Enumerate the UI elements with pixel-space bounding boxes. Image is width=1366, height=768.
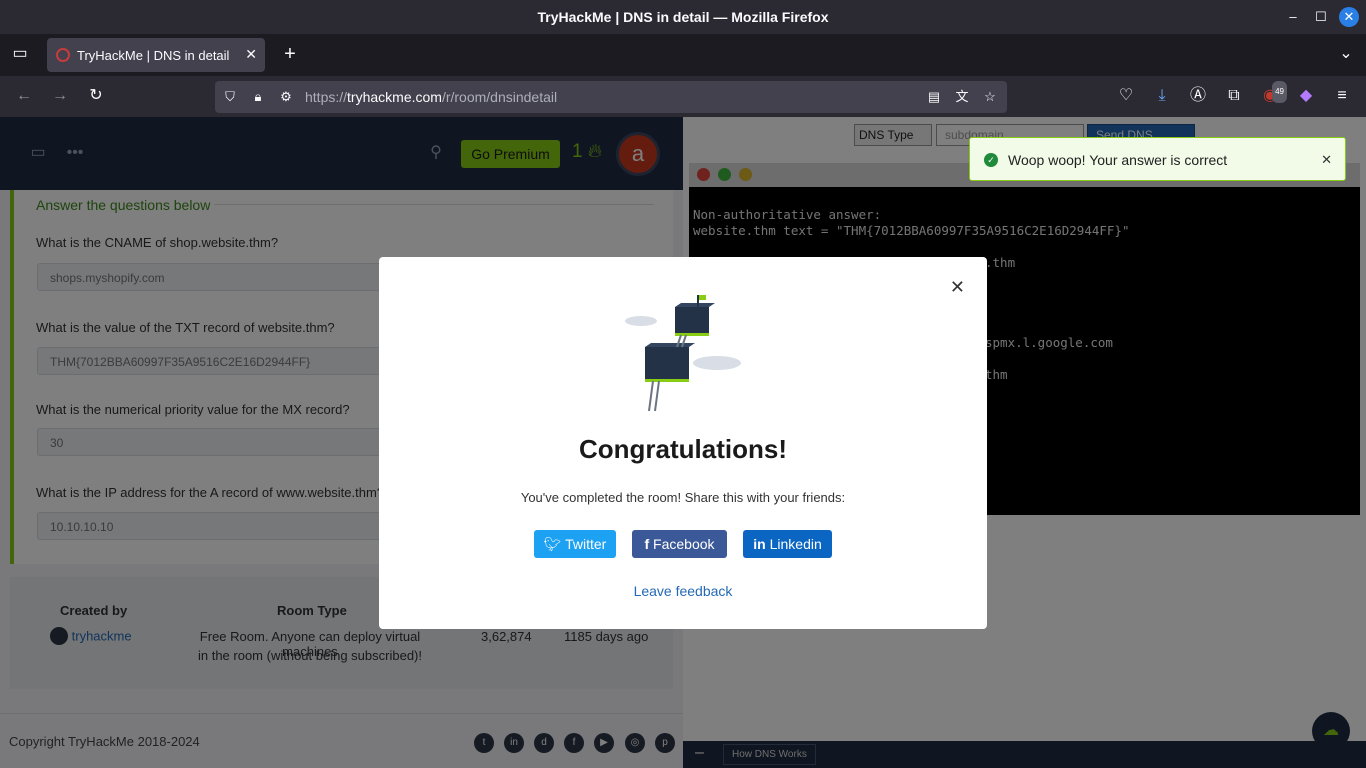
- toast-message: Woop woop! Your answer is correct: [1008, 152, 1228, 168]
- translate-icon[interactable]: 文: [953, 88, 971, 106]
- lock-icon[interactable]: 🔒︎: [249, 88, 267, 106]
- share-facebook-button[interactable]: f Facebook: [632, 530, 727, 558]
- share-linkedin-button[interactable]: in Linkedin: [743, 530, 832, 558]
- ublock-icon[interactable]: ◉ 49: [1259, 81, 1287, 107]
- close-window-icon[interactable]: ✕: [1339, 7, 1359, 27]
- extension-gem-icon[interactable]: ◆: [1295, 85, 1317, 107]
- modal-subtitle: You've completed the room! Share this wi…: [520, 490, 846, 505]
- linkedin-in-icon: in: [753, 536, 766, 552]
- congratulations-modal: ✕ Congratulations! You've completed the …: [379, 257, 987, 629]
- maximize-icon[interactable]: ☐: [1311, 7, 1331, 27]
- forward-icon[interactable]: →: [49, 85, 71, 107]
- address-bar[interactable]: ⛉ 🔒︎ ⚙ https://tryhackme.com/r/room/dnsi…: [215, 81, 1007, 113]
- tracking-shield-icon[interactable]: ⛉: [221, 88, 239, 106]
- navigation-bar: ← → ↻ ⛉ 🔒︎ ⚙ https://tryhackme.com/r/roo…: [0, 76, 1366, 117]
- tab-title: TryHackMe | DNS in detail: [77, 48, 230, 63]
- tab-bar: ▭ TryHackMe | DNS in detail ✕ + ⌄: [0, 34, 1366, 76]
- modal-close-icon[interactable]: ✕: [950, 277, 965, 298]
- account-icon[interactable]: Ⓐ: [1187, 85, 1209, 107]
- toast-close-icon[interactable]: ✕: [1321, 152, 1332, 168]
- floating-blocks-illustration: [625, 295, 741, 412]
- back-icon[interactable]: ←: [13, 85, 35, 107]
- twitter-label: Twitter: [565, 536, 607, 552]
- app-menu-icon[interactable]: ≡: [1331, 85, 1353, 107]
- bookmark-star-icon[interactable]: ☆: [981, 88, 999, 106]
- permissions-icon[interactable]: ⚙: [277, 88, 295, 106]
- downloads-icon[interactable]: ⤓: [1151, 85, 1173, 107]
- pocket-icon[interactable]: ♡: [1115, 85, 1137, 107]
- twitter-bird-icon: 🐦︎: [543, 536, 562, 552]
- leave-feedback-link[interactable]: Leave feedback: [379, 583, 987, 599]
- linkedin-label: Linkedin: [769, 536, 822, 552]
- tryhackme-favicon-icon: [56, 48, 70, 62]
- check-icon: ✓: [984, 153, 998, 167]
- tab-active[interactable]: TryHackMe | DNS in detail ✕: [47, 38, 265, 72]
- tab-overview-icon[interactable]: ▭: [9, 43, 31, 65]
- success-toast: ✓ Woop woop! Your answer is correct ✕: [969, 137, 1346, 181]
- url-text[interactable]: https://tryhackme.com/r/room/dnsindetail: [305, 89, 557, 105]
- facebook-label: Facebook: [653, 536, 715, 552]
- extensions-icon[interactable]: ⧉: [1223, 85, 1245, 107]
- window-title: TryHackMe | DNS in detail — Mozilla Fire…: [537, 9, 829, 25]
- list-tabs-chevron-icon[interactable]: ⌄: [1335, 43, 1357, 65]
- modal-title: Congratulations!: [579, 434, 787, 464]
- minimize-icon[interactable]: –: [1283, 7, 1303, 27]
- reader-view-icon[interactable]: ▤: [925, 88, 943, 106]
- window-titlebar: TryHackMe | DNS in detail — Mozilla Fire…: [0, 0, 1366, 34]
- close-tab-icon[interactable]: ✕: [245, 46, 257, 63]
- share-twitter-button[interactable]: 🐦︎ Twitter: [534, 530, 616, 558]
- new-tab-icon[interactable]: +: [279, 43, 301, 65]
- reload-icon[interactable]: ↻: [85, 85, 107, 107]
- facebook-f-icon: f: [644, 536, 650, 552]
